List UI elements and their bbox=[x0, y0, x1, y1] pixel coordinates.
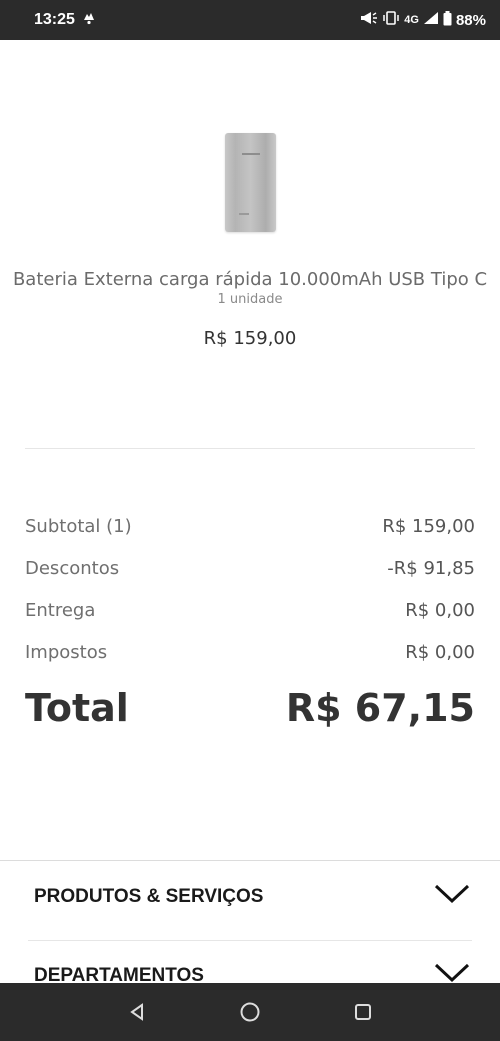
summary-label: Subtotal (1) bbox=[25, 516, 132, 537]
total-row: Total R$ 67,15 bbox=[25, 686, 475, 730]
summary-value: R$ 159,00 bbox=[382, 516, 475, 537]
vibrate-icon bbox=[382, 11, 400, 29]
status-time: 13:25 bbox=[34, 11, 75, 28]
system-nav-bar bbox=[0, 983, 500, 1041]
notification-icon bbox=[81, 10, 97, 31]
accordion-products-services[interactable]: PRODUTOS & SERVIÇOS bbox=[34, 883, 470, 911]
summary-row-discounts: Descontos -R$ 91,85 bbox=[25, 558, 475, 579]
battery-icon bbox=[443, 10, 452, 30]
product-name[interactable]: Bateria Externa carga rápida 10.000mAh U… bbox=[0, 269, 500, 290]
back-triangle-icon[interactable] bbox=[117, 992, 157, 1032]
summary-value: R$ 0,00 bbox=[405, 600, 475, 621]
summary-label: Impostos bbox=[25, 642, 108, 663]
status-bar: 13:25 4G 88% bbox=[0, 0, 500, 40]
summary-row-shipping: Entrega R$ 0,00 bbox=[25, 600, 475, 621]
product-logo-mark bbox=[242, 153, 260, 155]
section-divider bbox=[0, 860, 500, 861]
summary-label: Entrega bbox=[25, 600, 96, 621]
product-card: Bateria Externa carga rápida 10.000mAh U… bbox=[0, 40, 500, 450]
summary-value: R$ 0,00 bbox=[405, 642, 475, 663]
accordion-divider bbox=[28, 940, 472, 941]
product-image[interactable] bbox=[225, 133, 276, 232]
divider bbox=[25, 448, 475, 449]
signal-icon bbox=[423, 11, 439, 29]
total-value: R$ 67,15 bbox=[285, 686, 475, 730]
product-port-mark bbox=[239, 213, 249, 215]
summary-label: Descontos bbox=[25, 558, 120, 579]
chevron-down-icon[interactable] bbox=[434, 883, 470, 911]
battery-percent: 88% bbox=[455, 11, 486, 29]
product-quantity: 1 unidade bbox=[217, 292, 283, 307]
status-right: 4G 88% bbox=[360, 10, 486, 30]
summary-row-taxes: Impostos R$ 0,00 bbox=[25, 642, 475, 663]
home-circle-icon[interactable] bbox=[230, 992, 270, 1032]
summary-value: -R$ 91,85 bbox=[387, 558, 475, 579]
summary-row-subtotal: Subtotal (1) R$ 159,00 bbox=[25, 516, 475, 537]
status-left: 13:25 bbox=[34, 10, 97, 31]
recents-square-icon[interactable] bbox=[343, 992, 383, 1032]
network-type: 4G bbox=[404, 14, 419, 26]
accordion-label: PRODUTOS & SERVIÇOS bbox=[34, 886, 264, 907]
total-label: Total bbox=[25, 686, 129, 730]
product-price: R$ 159,00 bbox=[203, 328, 297, 349]
megaphone-icon bbox=[360, 11, 378, 29]
